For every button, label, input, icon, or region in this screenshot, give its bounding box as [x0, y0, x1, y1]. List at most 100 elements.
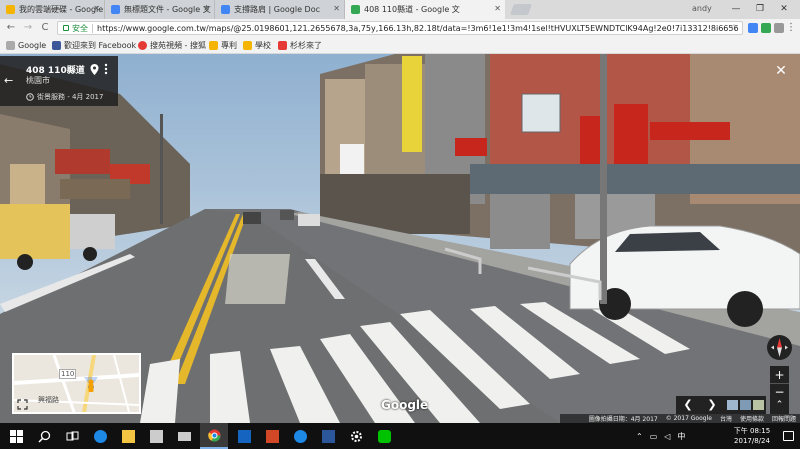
more-options-icon[interactable] — [104, 63, 108, 75]
taskbar-internet-explorer[interactable] — [286, 423, 314, 449]
tab-close-icon[interactable]: ✕ — [494, 4, 501, 13]
photo-thumbnail-strip[interactable] — [724, 396, 766, 414]
taskbar-file-explorer[interactable] — [114, 423, 142, 449]
back-button[interactable]: ← — [5, 22, 17, 34]
tab-title: 支撐路肩 | Google Doc — [234, 5, 320, 14]
tab-title: 我的雲端硬碟 - Google — [19, 5, 104, 14]
tab-title: 無標題文件 - Google 文 — [124, 5, 211, 14]
word-icon — [321, 429, 335, 443]
photo-thumbnail[interactable] — [740, 400, 751, 410]
windows-logo-icon — [9, 429, 23, 443]
compass-icon[interactable] — [767, 335, 792, 360]
taskbar-mail[interactable] — [170, 423, 198, 449]
extension-icon[interactable] — [761, 23, 771, 33]
chrome-icon — [207, 429, 220, 442]
bookmark-sohu[interactable]: 搜苑視頻 - 搜狐 — [138, 39, 206, 51]
taskbar-powerpoint[interactable] — [258, 423, 286, 449]
bookmark-google[interactable]: Google — [6, 39, 46, 51]
bookmark-label: 杉杉來了 — [290, 40, 322, 50]
bookmark-folder-patent[interactable]: 專利 — [209, 39, 237, 51]
bookmark-star-icon[interactable]: ☆ — [730, 23, 738, 33]
start-button[interactable] — [2, 423, 30, 449]
translate-extension-icon[interactable] — [748, 23, 758, 33]
expand-photos-button[interactable]: ⌃ — [770, 396, 789, 414]
google-maps-icon — [351, 5, 360, 14]
minimap-roads — [14, 355, 139, 412]
divider — [92, 23, 93, 33]
address-bar[interactable]: 安全 https://www.google.com.tw/maps/@25.01… — [57, 21, 743, 35]
close-street-view-icon[interactable]: ✕ — [774, 64, 788, 78]
previous-photo-button[interactable]: ❮ — [676, 396, 700, 414]
security-label: 安全 — [72, 23, 88, 33]
tab-close-icon[interactable]: ✕ — [333, 4, 340, 13]
gear-icon — [350, 430, 362, 442]
bookmark-youtube[interactable]: 杉杉來了 — [278, 39, 322, 51]
clock-time: 下午 08:15 — [733, 427, 771, 435]
street-view-panorama[interactable]: ← 408 110縣道 桃園市 街景服務 - 4月 2017 ✕ 110 興福路… — [0, 54, 800, 423]
extension-icon[interactable] — [774, 23, 784, 33]
search-button[interactable] — [30, 423, 58, 449]
tab-google-drive[interactable]: 我的雲端硬碟 - Google ✕ — [0, 0, 105, 19]
region-link[interactable]: 台灣 — [720, 414, 732, 423]
taskbar-edge[interactable] — [86, 423, 114, 449]
bookmark-facebook[interactable]: 歡迎來到 Facebook — [52, 39, 136, 51]
minimize-button[interactable]: — — [726, 2, 746, 16]
folder-icon — [121, 429, 135, 443]
forward-button[interactable]: → — [22, 22, 34, 34]
taskbar-outlook[interactable] — [230, 423, 258, 449]
capture-date-selector[interactable]: 街景服務 - 4月 2017 — [26, 92, 103, 102]
bookmark-label: 搜苑視頻 - 搜狐 — [150, 40, 206, 50]
photo-thumbnail[interactable] — [727, 400, 738, 410]
volume-icon[interactable]: ◁ — [664, 432, 670, 441]
store-icon — [149, 429, 163, 443]
pegman-icon[interactable] — [87, 379, 95, 393]
photo-thumbnail[interactable] — [753, 400, 764, 410]
network-icon[interactable]: ▭ — [650, 432, 658, 441]
up-arrow-icon[interactable]: ⌃ — [636, 432, 643, 441]
new-tab-button[interactable] — [509, 4, 533, 15]
folder-icon — [243, 40, 252, 50]
terms-link[interactable]: 使用條款 — [740, 414, 764, 423]
tab-title: 408 110縣道 - Google 文 — [364, 5, 460, 14]
action-center-icon[interactable] — [783, 431, 794, 441]
tab-shoulder-doc[interactable]: 支撐路肩 | Google Doc ✕ — [215, 0, 345, 19]
taskbar-chrome[interactable] — [200, 423, 228, 449]
chrome-menu-icon[interactable]: ⋮ — [786, 21, 796, 35]
system-tray: ⌃ ▭ ◁ 中 — [636, 423, 692, 449]
minimap[interactable]: 110 興福路 — [12, 353, 141, 414]
expand-map-icon[interactable] — [17, 399, 28, 410]
tab-close-icon[interactable]: ✕ — [93, 4, 100, 13]
sohu-icon — [138, 40, 147, 50]
report-problem-link[interactable]: 回報問題 — [772, 414, 796, 423]
taskbar-settings[interactable] — [342, 423, 370, 449]
mail-icon — [177, 431, 191, 441]
map-pin-icon[interactable] — [90, 64, 99, 75]
bookmark-folder-school[interactable]: 學校 — [243, 39, 271, 51]
zoom-in-button[interactable]: + — [770, 366, 789, 384]
capture-date-text: 街景服務 - 4月 2017 — [37, 93, 104, 101]
reload-button[interactable]: C — [39, 22, 51, 34]
url-text[interactable]: https://www.google.com.tw/maps/@25.01986… — [97, 24, 739, 33]
bookmarks-bar: Google 歡迎來到 Facebook 搜苑視頻 - 搜狐 專利 學校 杉杉來… — [0, 37, 800, 54]
user-profile-name[interactable]: andy — [692, 4, 712, 13]
google-docs-icon — [111, 5, 120, 14]
close-window-button[interactable]: ✕ — [774, 2, 794, 16]
bookmark-label: Google — [18, 40, 47, 50]
taskbar-clock[interactable]: 下午 08:15 2017/8/24 — [724, 426, 780, 446]
google-drive-icon — [6, 5, 15, 14]
tab-close-icon[interactable]: ✕ — [203, 4, 210, 13]
taskbar-store[interactable] — [142, 423, 170, 449]
maximize-button[interactable]: ❐ — [750, 2, 770, 16]
tab-untitled-doc[interactable]: 無標題文件 - Google 文 ✕ — [105, 0, 215, 19]
input-language[interactable]: 中 — [677, 431, 685, 442]
map-footer: 圖像拍攝日期：4月 2017 © 2017 Google 台灣 使用條款 回報問… — [560, 414, 800, 423]
task-view-button[interactable] — [58, 423, 86, 449]
place-subtitle: 桃園市 — [26, 76, 50, 85]
taskbar-word[interactable] — [314, 423, 342, 449]
back-arrow-icon[interactable]: ← — [4, 74, 16, 88]
tab-google-maps[interactable]: 408 110縣道 - Google 文 ✕ — [345, 0, 505, 19]
taskbar-line[interactable] — [370, 423, 398, 449]
bookmark-label: 歡迎來到 Facebook — [64, 40, 137, 50]
next-photo-button[interactable]: ❯ — [700, 396, 724, 414]
browser-toolbar: ← → C 安全 https://www.google.com.tw/maps/… — [0, 19, 800, 37]
